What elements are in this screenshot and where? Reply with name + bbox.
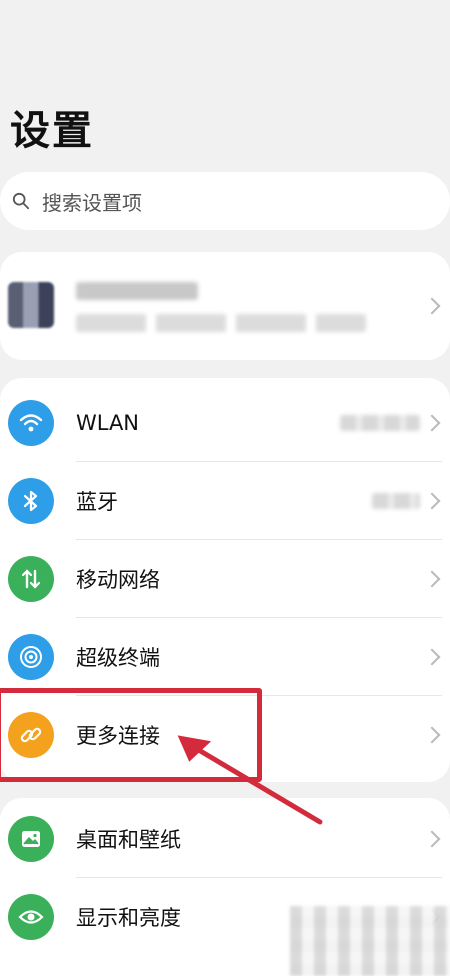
bluetooth-status-blurred	[372, 493, 420, 509]
chevron-right-icon	[423, 297, 441, 315]
setting-item-wlan[interactable]: WLAN	[0, 384, 450, 462]
eye-icon	[8, 894, 54, 940]
setting-item-mobile-network[interactable]: 移动网络	[0, 540, 450, 618]
setting-label: 显示和亮度	[76, 906, 181, 930]
chevron-right-icon	[423, 414, 441, 432]
setting-label: WLAN	[76, 411, 140, 435]
chevron-right-icon	[423, 570, 441, 588]
chevron-right-icon	[423, 726, 441, 744]
search-bar[interactable]: 搜索设置项	[0, 172, 450, 230]
search-placeholder: 搜索设置项	[42, 190, 142, 215]
wifi-icon	[8, 400, 54, 446]
setting-label: 移动网络	[76, 568, 160, 592]
search-icon	[12, 192, 30, 210]
setting-item-bluetooth[interactable]: 蓝牙	[0, 462, 450, 540]
chevron-right-icon	[423, 830, 441, 848]
watermark-mosaic	[290, 906, 450, 976]
chevron-right-icon	[423, 648, 441, 666]
setting-label: 桌面和壁纸	[76, 828, 181, 852]
setting-label: 蓝牙	[76, 490, 118, 514]
super-device-icon	[8, 634, 54, 680]
bluetooth-icon	[8, 478, 54, 524]
account-info-blurred	[76, 314, 366, 332]
wallpaper-icon	[8, 816, 54, 862]
page-title: 设置	[10, 108, 94, 154]
arrow-annotation-icon	[177, 735, 323, 825]
account-card[interactable]	[0, 252, 450, 360]
setting-label: 超级终端	[76, 646, 160, 670]
mobile-data-icon	[8, 556, 54, 602]
avatar	[8, 282, 54, 328]
setting-item-super-device[interactable]: 超级终端	[0, 618, 450, 696]
chevron-right-icon	[423, 492, 441, 510]
account-name-blurred	[76, 282, 198, 300]
wlan-status-blurred	[340, 415, 420, 431]
